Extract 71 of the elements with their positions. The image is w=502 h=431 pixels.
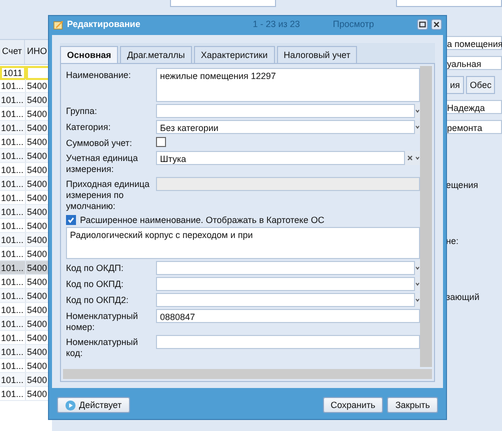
field-label: Приходная единица измерения по умолчанию: xyxy=(66,178,151,212)
maximize-icon[interactable] xyxy=(417,18,428,30)
field-label: Суммовой учет: xyxy=(66,137,134,149)
field-label: ещения xyxy=(446,180,480,190)
field-label: Номенклатурный номер: xyxy=(66,310,139,333)
table-cell: 101... xyxy=(0,289,26,302)
tab[interactable]: Обес xyxy=(466,76,496,94)
table-cell: 101... xyxy=(0,233,26,246)
play-icon xyxy=(65,400,76,410)
field-label: зающий xyxy=(446,292,480,302)
combo-field[interactable]: Без категории xyxy=(156,120,415,134)
text-field[interactable]: ремонта xyxy=(446,120,502,134)
window-title: Редактирование xyxy=(67,19,140,29)
table-cell: 101... xyxy=(0,205,26,218)
field-label: Группа: xyxy=(66,105,98,117)
field-label: Номенклатурный код: xyxy=(66,336,139,359)
column-header[interactable]: Счет xyxy=(0,40,25,64)
text-area[interactable]: нежилые помещения 12297 xyxy=(156,68,420,102)
table-cell: 101... xyxy=(0,373,26,386)
table-cell: 101... xyxy=(0,331,26,344)
table-cell: 101... xyxy=(0,79,26,92)
table-cell: 101... xyxy=(0,247,26,260)
text-field[interactable] xyxy=(156,335,420,349)
table-cell: 101... xyxy=(0,149,26,162)
table-cell: 101... xyxy=(0,177,26,190)
field-label: Код по ОКДП: xyxy=(66,262,124,274)
panel-title: Просмотр xyxy=(332,19,374,29)
tab[interactable]: Основная xyxy=(60,46,118,63)
table-cell: 101... xyxy=(0,387,26,400)
checkbox-label: Расширенное наименование. Отображать в Картотеке ОС xyxy=(80,214,324,224)
text-field[interactable]: Надежда xyxy=(446,100,502,114)
table-cell: 101... xyxy=(0,303,26,316)
status-button[interactable]: Действует xyxy=(57,397,130,413)
table-cell: 101... xyxy=(0,345,26,358)
table-cell: 101... xyxy=(0,275,26,288)
tab[interactable]: Характеристики xyxy=(194,46,275,63)
checkbox[interactable] xyxy=(156,137,166,147)
field-label: Наименование: xyxy=(66,69,132,81)
tab[interactable]: Драг.металлы xyxy=(120,46,192,63)
close-icon[interactable] xyxy=(431,18,442,30)
combo-field[interactable] xyxy=(156,293,415,307)
combo-field[interactable]: Штука xyxy=(156,151,405,165)
tab[interactable]: ия xyxy=(446,76,464,94)
field-label: Категория: xyxy=(66,121,112,133)
text-field[interactable]: а помещения xyxy=(446,36,502,50)
table-cell: 101... xyxy=(0,107,26,120)
table-cell: 101... xyxy=(0,191,26,204)
pager-text: 1 - 23 из 23 xyxy=(252,19,300,29)
text-field[interactable]: уальная xyxy=(446,56,502,70)
table-cell: 101... xyxy=(0,121,26,134)
table-cell: 101... xyxy=(0,163,26,176)
table-cell: 101... xyxy=(0,135,26,148)
field-label: Код по ОКПД2: xyxy=(66,294,130,306)
text-field[interactable]: 0880847 xyxy=(156,309,420,323)
tab[interactable]: Налоговый учет xyxy=(276,46,358,63)
table-cell: 101... xyxy=(0,93,26,106)
combo-field[interactable] xyxy=(156,104,415,118)
field-label: Код по ОКПД: xyxy=(66,278,124,290)
pencil-icon xyxy=(53,18,64,30)
text-area[interactable]: Радиологический корпус с переходом и при xyxy=(66,227,420,259)
table-cell: 101... xyxy=(0,359,26,372)
checkbox[interactable] xyxy=(66,215,76,225)
dialog-button[interactable]: Закрыть xyxy=(387,397,438,413)
combo-field[interactable] xyxy=(156,261,415,275)
filter-field[interactable]: 1011 xyxy=(0,66,26,80)
field-label: Учетная единица измерения: xyxy=(66,152,139,175)
table-cell: 101... xyxy=(0,317,26,330)
table-cell: 101... xyxy=(0,261,26,274)
dialog-button[interactable]: Сохранить xyxy=(322,397,384,413)
combo-field[interactable] xyxy=(156,277,415,291)
table-cell: 101... xyxy=(0,219,26,232)
